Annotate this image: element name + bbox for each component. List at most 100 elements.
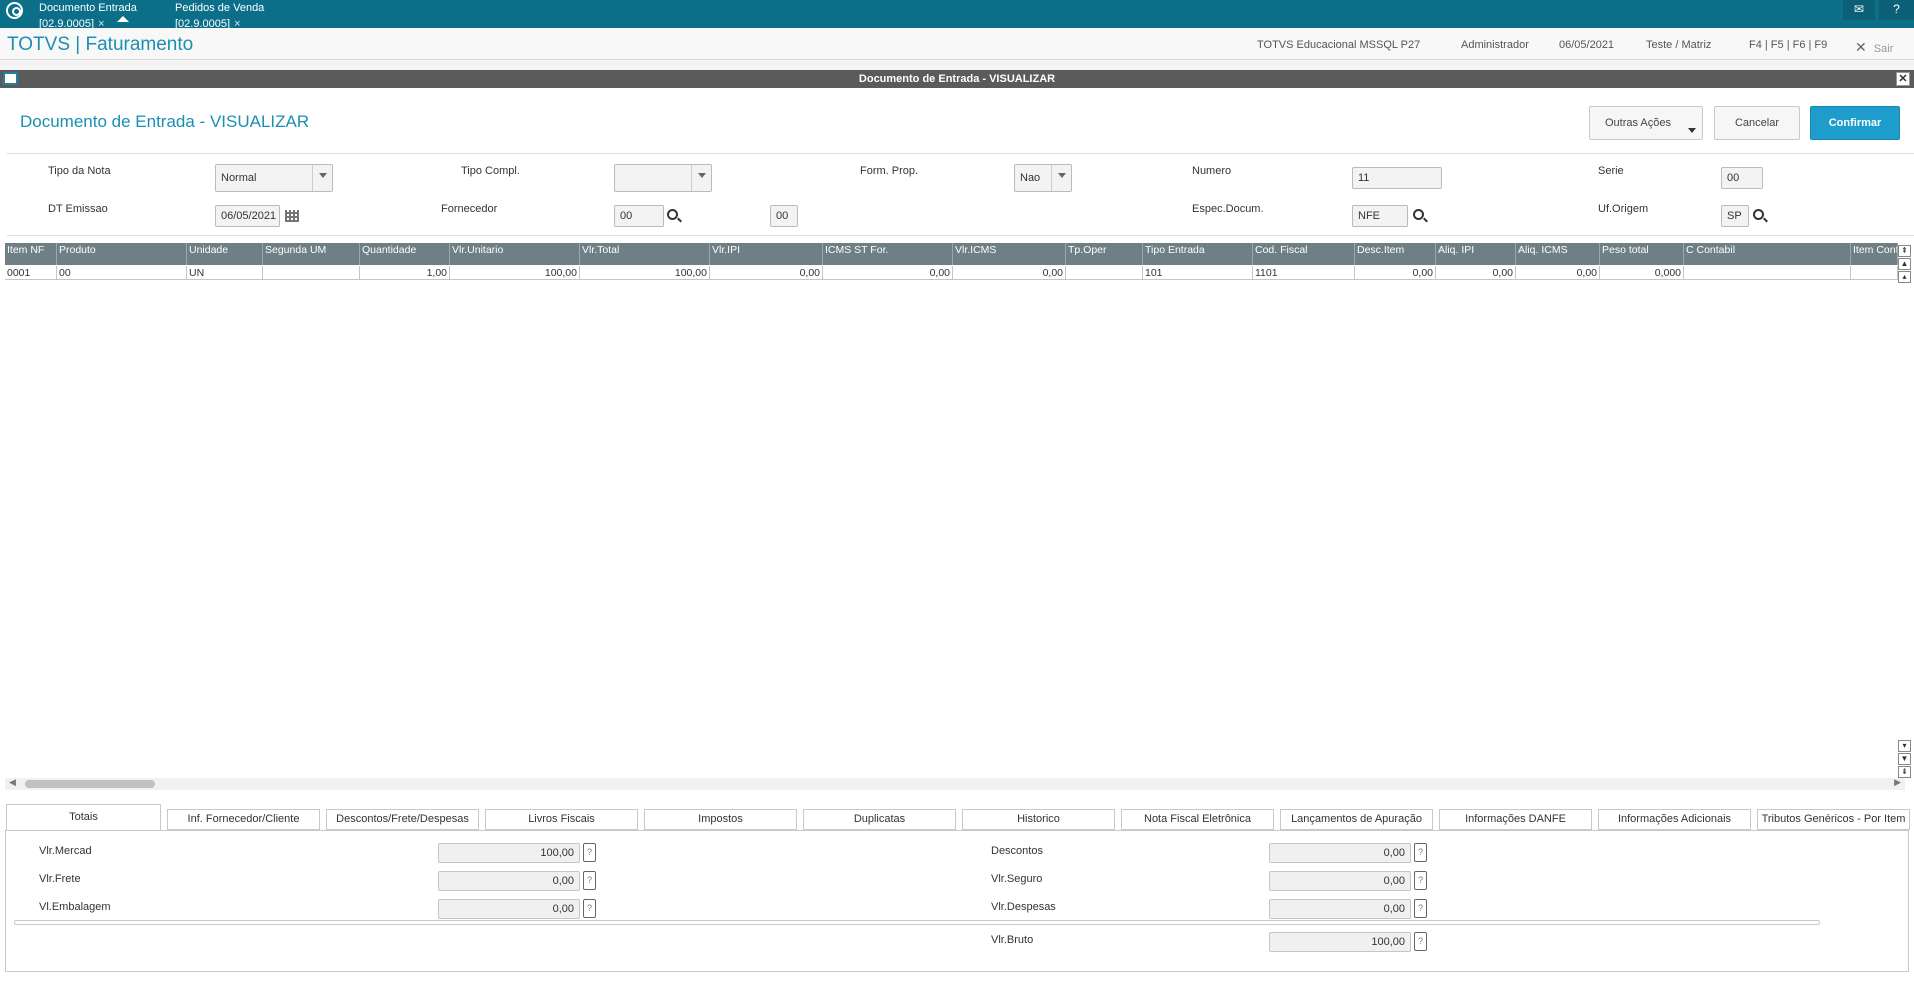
- tab-descontos[interactable]: Descontos/Frete/Despesas: [326, 809, 479, 830]
- tipo-compl-select[interactable]: [614, 164, 712, 192]
- table-cell[interactable]: [1684, 266, 1851, 280]
- tab-duplicatas[interactable]: Duplicatas: [803, 809, 956, 830]
- tab-totais[interactable]: Totais: [6, 804, 161, 831]
- column-header[interactable]: Produto: [57, 243, 187, 265]
- column-header[interactable]: Item NF: [5, 243, 57, 265]
- branch-label[interactable]: Teste / Matriz: [1646, 39, 1711, 51]
- form-prop-select[interactable]: Nao: [1014, 164, 1072, 192]
- column-header[interactable]: Item Conta: [1851, 243, 1898, 265]
- window-title: Documento de Entrada - VISUALIZAR: [858, 73, 1056, 85]
- column-header[interactable]: Segunda UM: [263, 243, 360, 265]
- tab-tributos-genericos[interactable]: Tributos Genéricos - Por Item: [1757, 809, 1910, 830]
- table-cell[interactable]: 0001: [5, 266, 57, 280]
- vlr-frete-field[interactable]: 0,00: [438, 871, 580, 891]
- tab-lancamentos-apuracao[interactable]: Lançamentos de Apuração: [1280, 809, 1433, 830]
- loja-field[interactable]: 00: [770, 205, 798, 227]
- column-header[interactable]: Tp.Oper: [1066, 243, 1143, 265]
- totvs-logo-icon[interactable]: [6, 2, 23, 19]
- table-cell[interactable]: 1101: [1253, 266, 1355, 280]
- scroll-page-down-icon[interactable]: ▼: [1898, 753, 1911, 765]
- mail-icon[interactable]: ✉: [1843, 0, 1875, 20]
- numero-field[interactable]: 11: [1352, 167, 1442, 189]
- help-icon[interactable]: ?: [583, 899, 596, 918]
- calendar-icon[interactable]: [285, 210, 299, 222]
- fornecedor-field[interactable]: 00: [614, 205, 664, 227]
- cancel-button[interactable]: Cancelar: [1714, 106, 1800, 140]
- search-icon[interactable]: [667, 209, 678, 220]
- serie-field[interactable]: 00: [1721, 167, 1763, 189]
- table-cell[interactable]: 0,00: [710, 266, 823, 280]
- column-header[interactable]: Vlr.ICMS: [953, 243, 1066, 265]
- help-icon[interactable]: ?: [1414, 843, 1427, 862]
- items-grid[interactable]: Item NF Produto Unidade Segunda UM Quant…: [5, 243, 1911, 783]
- tab-historico[interactable]: Historico: [962, 809, 1115, 830]
- search-icon[interactable]: [1413, 209, 1424, 220]
- table-cell[interactable]: 0,00: [1516, 266, 1600, 280]
- dt-emissao-field[interactable]: 06/05/2021: [215, 205, 280, 227]
- tab-impostos[interactable]: Impostos: [644, 809, 797, 830]
- vlr-mercad-field[interactable]: 100,00: [438, 843, 580, 863]
- table-cell[interactable]: [1066, 266, 1143, 280]
- scroll-top-icon[interactable]: ⇞: [1898, 245, 1911, 257]
- tab-informacoes-adicionais[interactable]: Informações Adicionais: [1598, 809, 1751, 830]
- vlr-despesas-field[interactable]: 0,00: [1269, 899, 1411, 919]
- table-cell[interactable]: 0,00: [823, 266, 953, 280]
- other-actions-button[interactable]: Outras Ações: [1589, 106, 1703, 140]
- tab-inf-fornecedor[interactable]: Inf. Fornecedor/Cliente: [167, 809, 320, 830]
- table-cell[interactable]: 100,00: [450, 266, 580, 280]
- help-icon[interactable]: ?: [1879, 0, 1914, 20]
- column-header[interactable]: ICMS ST For.: [823, 243, 953, 265]
- help-icon[interactable]: ?: [583, 871, 596, 890]
- tab-nota-fiscal-eletronica[interactable]: Nota Fiscal Eletrônica: [1121, 809, 1274, 830]
- column-header[interactable]: Aliq. ICMS: [1516, 243, 1600, 265]
- column-header[interactable]: Aliq. IPI: [1436, 243, 1516, 265]
- table-cell[interactable]: 1,00: [360, 266, 450, 280]
- help-icon[interactable]: ?: [583, 843, 596, 862]
- scrollbar-thumb[interactable]: [25, 780, 155, 788]
- column-header[interactable]: Tipo Entrada: [1143, 243, 1253, 265]
- column-header[interactable]: Vlr.Unitario: [450, 243, 580, 265]
- descontos-field[interactable]: 0,00: [1269, 843, 1411, 863]
- table-cell[interactable]: 00: [57, 266, 187, 280]
- horizontal-scrollbar[interactable]: ◀ ▶: [5, 777, 1905, 790]
- column-header[interactable]: Cod. Fiscal: [1253, 243, 1355, 265]
- table-cell[interactable]: 0,00: [953, 266, 1066, 280]
- table-cell[interactable]: [263, 266, 360, 280]
- tab-pedidos-de-venda[interactable]: Pedidos de Venda [02.9.0005] ×: [169, 0, 309, 30]
- column-header[interactable]: Desc.Item: [1355, 243, 1436, 265]
- vl-embalagem-field[interactable]: 0,00: [438, 899, 580, 919]
- help-icon[interactable]: ?: [1414, 871, 1427, 890]
- scroll-right-icon[interactable]: ▶: [1894, 777, 1901, 788]
- column-header[interactable]: Quantidade: [360, 243, 450, 265]
- search-icon[interactable]: [1753, 209, 1764, 220]
- table-cell[interactable]: 101: [1143, 266, 1253, 280]
- column-header[interactable]: Vlr.IPI: [710, 243, 823, 265]
- scroll-down-icon[interactable]: ▾: [1898, 740, 1911, 752]
- column-header[interactable]: C Contabil: [1684, 243, 1851, 265]
- table-cell[interactable]: [1851, 266, 1898, 280]
- scroll-up-icon[interactable]: ▴: [1898, 271, 1911, 283]
- espec-docum-field[interactable]: NFE: [1352, 205, 1408, 227]
- help-icon[interactable]: ?: [1414, 899, 1427, 918]
- confirm-button[interactable]: Confirmar: [1810, 106, 1900, 140]
- table-cell[interactable]: 0,00: [1355, 266, 1436, 280]
- table-cell[interactable]: 0,00: [1436, 266, 1516, 280]
- column-header[interactable]: Peso total: [1600, 243, 1684, 265]
- tab-documento-entrada[interactable]: Documento Entrada [02.9.0005] ×: [33, 0, 169, 30]
- scroll-page-up-icon[interactable]: ▲: [1898, 258, 1911, 270]
- uf-origem-field[interactable]: SP: [1721, 205, 1749, 227]
- scroll-left-icon[interactable]: ◀: [9, 777, 16, 788]
- exit-button[interactable]: ✕ Sair: [1855, 39, 1893, 56]
- table-cell[interactable]: 0,000: [1600, 266, 1684, 280]
- table-cell[interactable]: 100,00: [580, 266, 710, 280]
- table-cell[interactable]: UN: [187, 266, 263, 280]
- window-close-icon[interactable]: ✕: [1896, 72, 1910, 86]
- vlr-seguro-field[interactable]: 0,00: [1269, 871, 1411, 891]
- tab-livros-fiscais[interactable]: Livros Fiscais: [485, 809, 638, 830]
- column-header[interactable]: Vlr.Total: [580, 243, 710, 265]
- vlr-bruto-field[interactable]: 100,00: [1269, 932, 1411, 952]
- column-header[interactable]: Unidade: [187, 243, 263, 265]
- tab-informacoes-danfe[interactable]: Informações DANFE: [1439, 809, 1592, 830]
- tipo-nota-select[interactable]: Normal: [215, 164, 333, 192]
- help-icon[interactable]: ?: [1414, 932, 1427, 951]
